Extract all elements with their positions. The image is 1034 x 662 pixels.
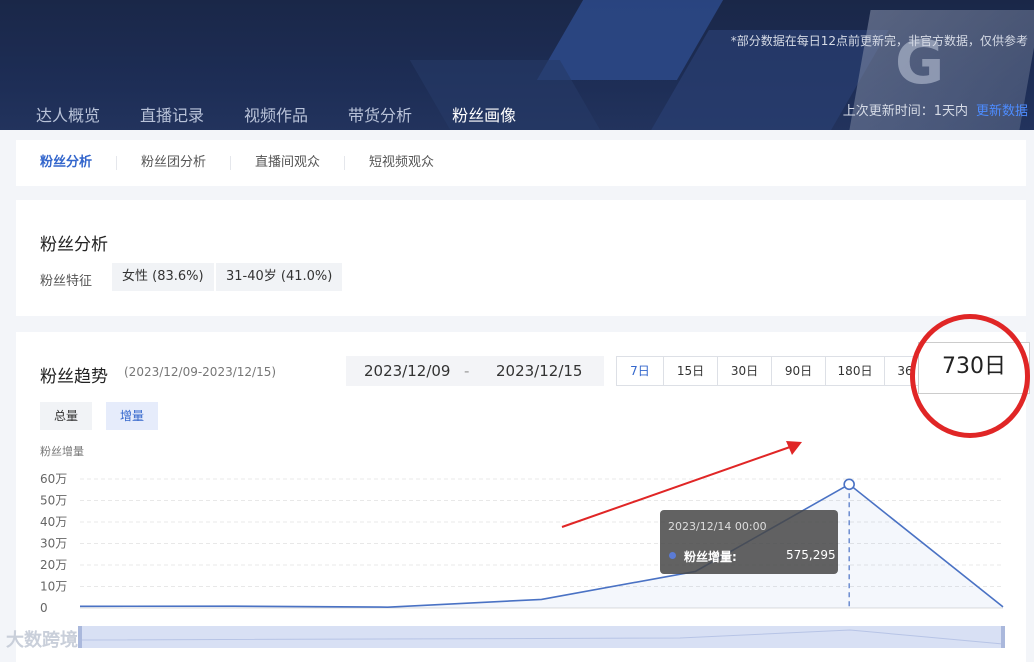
fan-trend-chart: 0 10万 20万 30万 40万 50万 60万	[40, 441, 1005, 648]
chart-tooltip: 2023/12/14 00:00 粉丝增量: 575,295	[660, 510, 838, 574]
zoom-handle-left	[78, 626, 82, 648]
zoom-slider	[80, 626, 1003, 648]
tooltip-value: 575,295	[786, 548, 836, 562]
y-tick-label: 50万	[40, 494, 67, 508]
data-point-highlight	[843, 478, 855, 491]
tooltip-series-name: 粉丝增量:	[684, 550, 737, 564]
tooltip-time: 2023/12/14 00:00	[668, 520, 767, 533]
series-area	[80, 484, 1003, 608]
y-tick-label: 40万	[40, 515, 67, 529]
y-tick-label: 20万	[40, 558, 67, 572]
y-tick-label: 30万	[40, 537, 67, 551]
watermark: 大数跨境	[6, 630, 78, 651]
y-tick-label: 60万	[40, 472, 67, 486]
y-tick-label: 10万	[40, 580, 67, 594]
zoom-handle-right	[1001, 626, 1005, 648]
annotation-circle	[910, 314, 1030, 438]
y-tick-label: 0	[40, 601, 48, 615]
series-dot-icon	[669, 552, 676, 559]
